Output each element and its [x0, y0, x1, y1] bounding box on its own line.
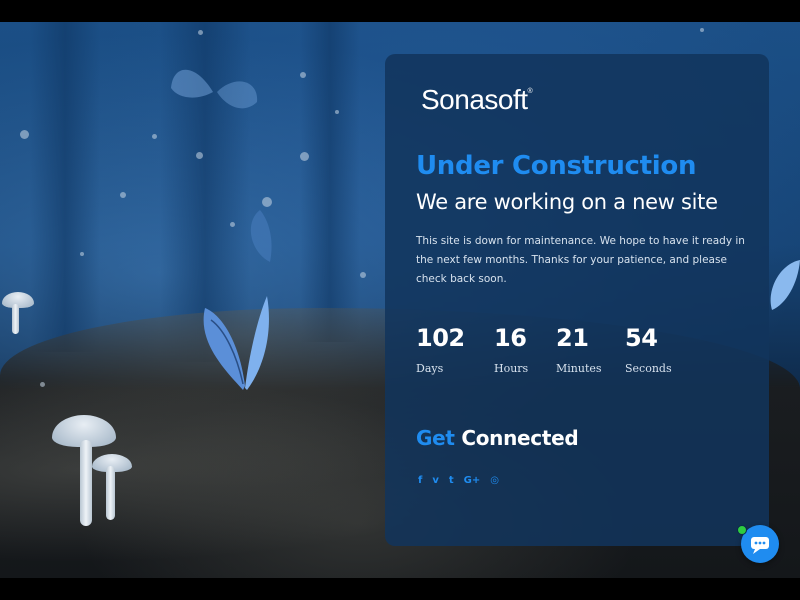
- particle: [196, 152, 203, 159]
- page-title: Under Construction: [416, 151, 697, 181]
- google-plus-icon[interactable]: G+: [464, 475, 481, 487]
- mushroom-stem: [106, 466, 115, 520]
- countdown-label: Hours: [494, 362, 529, 375]
- countdown-hours: 16 Hours: [494, 324, 528, 375]
- countdown-minutes: 21 Minutes: [556, 324, 602, 375]
- dribbble-icon[interactable]: ◎: [490, 475, 499, 487]
- tree-trunk: [300, 22, 360, 342]
- particle: [120, 192, 126, 198]
- particle: [230, 222, 235, 227]
- facebook-icon[interactable]: f: [418, 475, 422, 487]
- butterfly-icon: [171, 69, 258, 109]
- maintenance-description: This site is down for maintenance. We ho…: [416, 235, 745, 285]
- twitter-icon[interactable]: t: [449, 475, 454, 487]
- mushroom-stem: [12, 304, 19, 334]
- countdown-label: Seconds: [625, 362, 672, 375]
- particle: [20, 130, 29, 139]
- online-status-dot: [737, 525, 747, 535]
- countdown-seconds: 54 Seconds: [625, 324, 672, 375]
- brand-logo[interactable]: Sonasoft®: [421, 84, 533, 116]
- particle: [700, 28, 704, 32]
- social-links: f v t G+ ◎: [418, 475, 499, 487]
- maintenance-card: Sonasoft® Under Construction We are work…: [385, 54, 769, 546]
- page-subtitle: We are working on a new site: [416, 190, 718, 214]
- particle: [152, 134, 157, 139]
- particle: [300, 72, 306, 78]
- particle: [80, 252, 84, 256]
- particle: [300, 152, 309, 161]
- countdown-value: 21: [556, 324, 589, 352]
- particle: [198, 30, 203, 35]
- mushroom-stem: [80, 440, 92, 526]
- get-connected-heading: Get Connected: [416, 426, 579, 450]
- particle: [360, 272, 366, 278]
- butterfly-icon: [250, 210, 272, 262]
- blue-butterfly-icon: [203, 296, 269, 390]
- vimeo-icon[interactable]: v: [432, 475, 439, 487]
- countdown-days: 102 Days: [416, 324, 465, 375]
- tree-trunk: [30, 22, 100, 352]
- countdown-value: 102: [416, 324, 465, 352]
- countdown-label: Days: [416, 362, 444, 375]
- countdown-label: Minutes: [556, 362, 602, 375]
- particle: [335, 110, 339, 114]
- countdown-value: 54: [625, 324, 658, 352]
- countdown-value: 16: [494, 324, 527, 352]
- registered-mark: ®: [527, 88, 533, 95]
- particle: [40, 382, 45, 387]
